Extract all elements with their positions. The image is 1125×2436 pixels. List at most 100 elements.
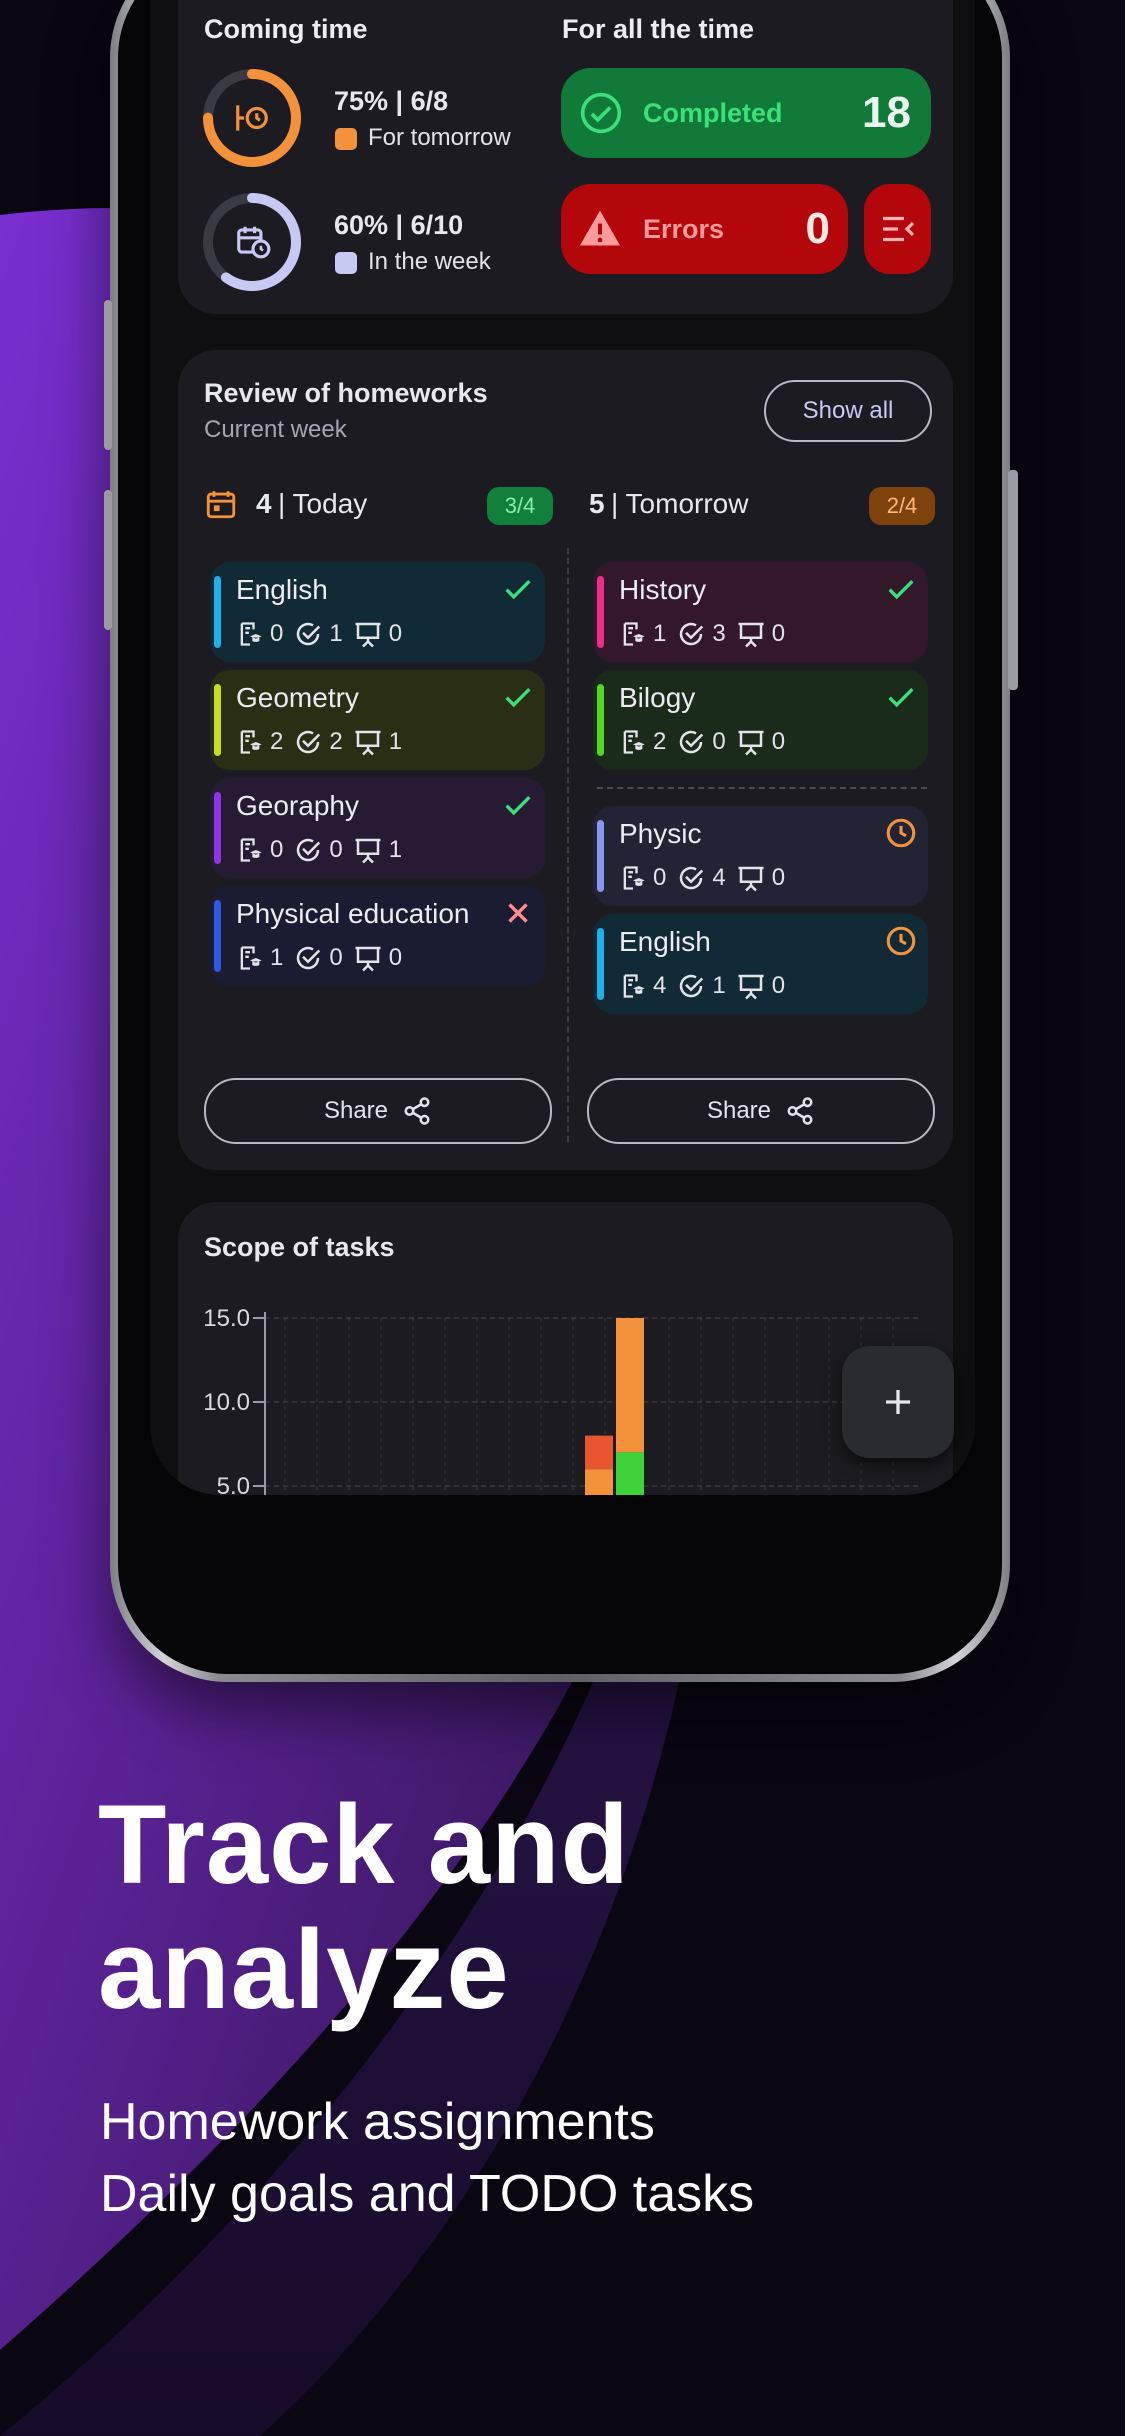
homework-icon	[240, 730, 262, 754]
headline-line-1: Track and	[98, 1782, 630, 1907]
tomorrow-day-number: 5	[589, 488, 605, 519]
subject-card[interactable]: Geometry 2 2 1	[210, 670, 545, 770]
review-subtitle: Current week	[204, 416, 347, 443]
done-count: 0	[329, 944, 343, 971]
presentation-count: 0	[388, 620, 403, 647]
done-count: 0	[329, 836, 343, 863]
y-tick-label: 5.0	[217, 1473, 250, 1495]
chart-bar	[616, 1452, 644, 1495]
presentation-icon	[738, 622, 764, 648]
subject-color-bar	[214, 900, 221, 972]
errors-pill[interactable]: Errors 0	[561, 184, 848, 274]
subject-card[interactable]: History 1 3 0	[593, 562, 928, 662]
presentation-count: 1	[388, 836, 403, 863]
tomorrow-badge: 2/4	[869, 487, 935, 525]
done-count: 0	[712, 728, 726, 755]
share-tomorrow-button[interactable]: Share	[587, 1078, 935, 1144]
subject-name: Georaphy	[236, 790, 359, 821]
share-icon	[787, 1097, 813, 1125]
subject-stats: 0 0 1	[236, 832, 412, 868]
subject-card[interactable]: Georaphy 0 0 1	[210, 778, 545, 878]
homework-count: 1	[270, 944, 284, 971]
homework-icon	[240, 838, 262, 862]
subject-stats: 1 3 0	[619, 616, 795, 652]
errors-count: 0	[805, 204, 830, 253]
subject-color-bar	[214, 792, 221, 864]
presentation-count: 0	[771, 972, 786, 999]
subject-card[interactable]: Bilogy 2 0 0	[593, 670, 928, 770]
presentation-icon	[355, 946, 381, 972]
tomorrow-summary: 75% | 6/8	[334, 86, 449, 116]
close-icon	[508, 903, 528, 923]
subject-name: History	[619, 574, 707, 605]
subject-stats: 0 4 0	[619, 860, 795, 896]
subject-name: Bilogy	[619, 682, 696, 713]
subject-color-bar	[597, 820, 604, 892]
subject-stats: 2 2 1	[236, 724, 412, 760]
presentation-icon	[355, 622, 381, 648]
homework-count: 2	[270, 728, 284, 755]
tomorrow-divider	[597, 787, 927, 789]
chart-bar	[585, 1435, 613, 1470]
subject-card[interactable]: English 4 1 0	[593, 914, 928, 1014]
y-tick-label: 10.0	[203, 1389, 250, 1416]
week-legend-dot	[335, 252, 357, 274]
check-circle-icon	[680, 974, 704, 998]
clock-icon	[886, 926, 916, 956]
presentation-count: 0	[771, 728, 786, 755]
show-all-button[interactable]: Show all	[764, 380, 932, 442]
clock-icon	[886, 818, 916, 848]
subject-color-bar	[597, 576, 604, 648]
homework-icon	[623, 622, 645, 646]
share-today-button[interactable]: Share	[204, 1078, 552, 1144]
subject-color-bar	[214, 684, 221, 756]
homework-count: 0	[270, 620, 284, 647]
subject-card[interactable]: Physical education 1 0 0	[210, 886, 545, 986]
share-icon	[404, 1097, 430, 1125]
subject-color-bar	[597, 928, 604, 1000]
chart-bar	[616, 1318, 644, 1453]
subject-card[interactable]: Physic 0 4 0	[593, 806, 928, 906]
calendar-clock-icon	[237, 226, 271, 259]
calendar-icon	[206, 491, 236, 519]
scope-chart: 15.0 10.0 5.0	[203, 1305, 920, 1495]
presentation-count: 1	[388, 728, 403, 755]
check-circle-icon	[580, 92, 622, 134]
done-count: 4	[712, 864, 726, 891]
subject-card[interactable]: English 0 1 0	[210, 562, 545, 662]
homework-count: 2	[653, 728, 667, 755]
check-circle-icon	[297, 730, 321, 754]
check-icon	[505, 580, 531, 600]
list-collapse-icon	[882, 216, 914, 242]
subject-stats: 0 1 0	[236, 616, 412, 652]
presentation-count: 0	[771, 864, 786, 891]
tomorrow-day-label: | Tomorrow	[611, 488, 749, 519]
homework-icon	[623, 974, 645, 998]
completed-pill[interactable]: Completed 18	[561, 68, 931, 158]
coming-time-title: Coming time	[204, 14, 368, 44]
chart-bar	[585, 1469, 613, 1495]
tomorrow-badge-text: 2/4	[886, 493, 918, 518]
errors-list-button[interactable]	[864, 184, 931, 274]
done-count: 2	[329, 728, 343, 755]
subject-stats: 1 0 0	[236, 940, 412, 976]
presentation-count: 0	[771, 620, 786, 647]
subject-color-bar	[597, 684, 604, 756]
presentation-icon	[738, 730, 764, 756]
check-icon	[505, 688, 531, 708]
check-circle-icon	[680, 866, 704, 890]
share-tomorrow-label: Share	[706, 1097, 772, 1124]
add-button[interactable]	[842, 1346, 954, 1458]
app-screen: Coming time 75% | 6/8 For tomorrow 60% |…	[150, 0, 975, 1495]
today-label: | Today	[278, 488, 368, 519]
subhead-line-2: Daily goals and TODO tasks	[100, 2165, 755, 2223]
subject-name: Physic	[619, 818, 702, 849]
homework-count: 0	[270, 836, 284, 863]
all-time-title: For all the time	[562, 14, 755, 44]
today-badge-text: 3/4	[504, 493, 536, 518]
presentation-icon	[738, 974, 764, 1000]
homework-count: 0	[653, 864, 667, 891]
check-icon	[505, 796, 531, 816]
check-circle-icon	[297, 946, 321, 970]
homework-icon	[623, 866, 645, 890]
